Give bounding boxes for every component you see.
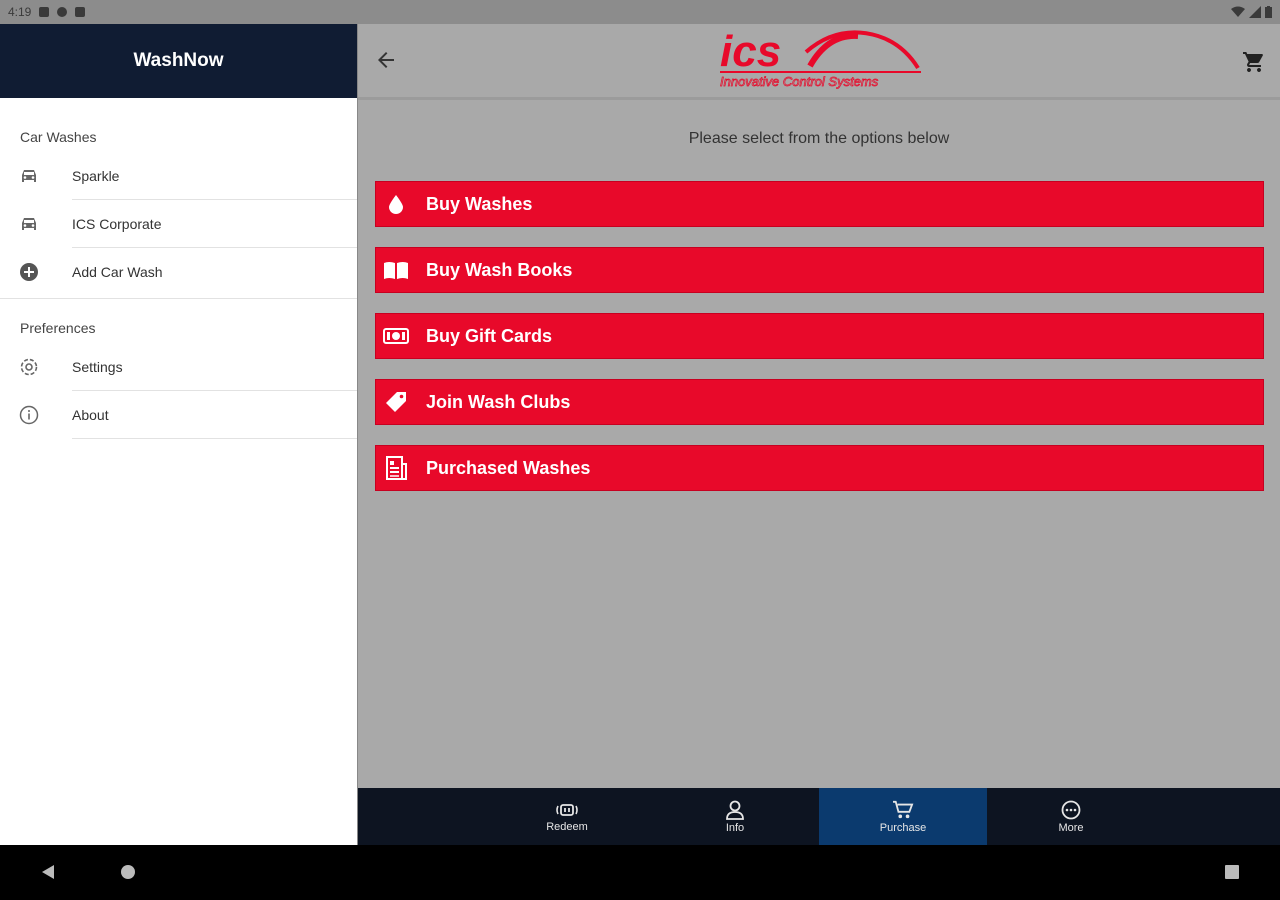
drawer-item-label: Add Car Wash [72, 264, 163, 280]
app-bar: ics Innovative Control Systems [358, 24, 1280, 100]
nav-info[interactable]: Info [651, 788, 819, 845]
car-icon [17, 164, 41, 188]
navigation-drawer: WashNow Car Washes Sparkle ICS Corporate… [0, 24, 358, 845]
system-back-icon[interactable] [40, 864, 56, 880]
drawer-item-add-car-wash[interactable]: Add Car Wash [0, 248, 357, 296]
drawer-title: WashNow [133, 50, 224, 71]
nav-label: More [1058, 821, 1084, 834]
more-icon [1061, 800, 1081, 819]
option-label: Purchased Washes [426, 457, 591, 478]
ics-logo: ics Innovative Control Systems [720, 27, 921, 89]
option-label: Buy Wash Books [426, 259, 573, 280]
receipt-icon [378, 445, 414, 491]
drawer-item-label: ICS Corporate [72, 216, 162, 232]
logo-text: ics [720, 27, 781, 76]
drawer-item-about[interactable]: About [0, 391, 357, 439]
signal-icon [1249, 6, 1261, 18]
nav-purchase[interactable]: Purchase [819, 788, 987, 845]
buy-gift-cards-button[interactable]: Buy Gift Cards [375, 313, 1264, 359]
divider [72, 438, 357, 439]
section-divider [0, 298, 357, 299]
gift-card-icon [378, 313, 414, 359]
notification-icon [39, 7, 50, 17]
sync-icon [57, 7, 68, 17]
back-arrow-icon[interactable] [374, 48, 398, 72]
section-title-car-washes: Car Washes [20, 129, 97, 145]
section-title-preferences: Preferences [20, 320, 96, 336]
drawer-item-label: Sparkle [72, 168, 120, 184]
book-icon [378, 247, 414, 293]
gear-icon [17, 355, 41, 379]
option-label: Buy Gift Cards [426, 325, 553, 346]
drawer-item-sparkle[interactable]: Sparkle [0, 152, 357, 200]
sd-card-icon [75, 7, 86, 17]
main-content: ics Innovative Control Systems Please se… [358, 24, 1280, 845]
nav-more[interactable]: More [987, 788, 1155, 845]
drawer-item-ics-corporate[interactable]: ICS Corporate [0, 200, 357, 248]
redeem-icon [556, 803, 578, 816]
system-navigation-bar [0, 845, 1280, 900]
status-bar: 4:19 [0, 0, 1280, 24]
system-home-icon[interactable] [120, 864, 136, 880]
nav-label: Purchase [879, 821, 927, 834]
status-time: 4:19 [8, 5, 32, 19]
drawer-item-settings[interactable]: Settings [0, 343, 357, 391]
logo-subtitle: Innovative Control Systems [720, 74, 879, 89]
bottom-navigation: Redeem Info Purchase More [358, 788, 1280, 845]
drawer-item-label: Settings [72, 359, 123, 375]
tag-icon [378, 379, 414, 425]
join-wash-clubs-button[interactable]: Join Wash Clubs [375, 379, 1264, 425]
cart-icon[interactable] [1242, 50, 1266, 74]
drawer-item-label: About [72, 407, 109, 423]
nav-redeem[interactable]: Redeem [483, 788, 651, 845]
buy-wash-books-button[interactable]: Buy Wash Books [375, 247, 1264, 293]
option-label: Join Wash Clubs [426, 391, 571, 412]
drop-icon [378, 181, 414, 227]
nav-label: Info [725, 821, 745, 834]
system-recents-icon[interactable] [1224, 864, 1240, 880]
add-circle-icon [17, 260, 41, 284]
buy-washes-button[interactable]: Buy Washes [375, 181, 1264, 227]
instruction-text: Please select from the options below [688, 130, 950, 147]
drawer-header: WashNow [0, 24, 357, 98]
car-icon [17, 212, 41, 236]
info-icon [17, 403, 41, 427]
battery-icon [1265, 6, 1272, 18]
wifi-icon [1231, 6, 1245, 17]
cart-icon [893, 800, 914, 818]
nav-label: Redeem [546, 820, 588, 833]
purchased-washes-button[interactable]: Purchased Washes [375, 445, 1264, 491]
option-label: Buy Washes [426, 193, 533, 214]
person-icon [726, 800, 744, 820]
purchase-options: Buy Washes Buy Wash Books Buy Gift Cards… [375, 181, 1264, 511]
